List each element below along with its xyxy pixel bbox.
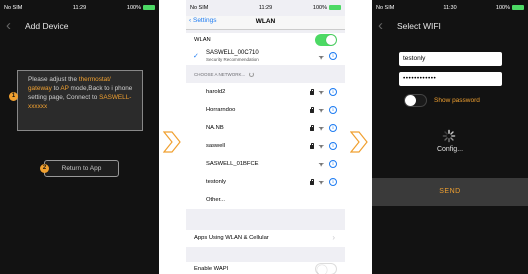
wlan-switch[interactable]: [315, 34, 337, 46]
wifi-icon: ᯤ: [318, 144, 324, 150]
loading-spinner-icon: [442, 129, 456, 143]
connected-network-row[interactable]: ✓ SASWELL_00C710 Security Recommendation…: [186, 47, 345, 65]
battery-icon: [329, 5, 341, 10]
password-input[interactable]: ••••••••••••: [399, 72, 502, 86]
add-device-screen: No SIM 11:29 100% ‹ Add Device Please ad…: [0, 0, 159, 274]
security-recommendation: Security Recommendation: [206, 57, 259, 62]
back-chevron-icon[interactable]: ‹: [378, 16, 383, 36]
wlan-label: WLAN: [194, 37, 211, 43]
info-icon[interactable]: i: [329, 142, 337, 150]
battery-icon: [143, 5, 155, 10]
chevron-right-icon: ›: [332, 233, 335, 242]
info-icon[interactable]: i: [329, 178, 337, 186]
other-network-row[interactable]: Other...: [186, 191, 345, 209]
step-2-badge: 2: [40, 164, 49, 173]
network-name: Horrarndoo: [206, 107, 236, 113]
wifi-icon: ᯤ: [318, 162, 324, 168]
info-icon[interactable]: i: [329, 106, 337, 114]
nav-bar: ‹ Add Device: [0, 16, 159, 38]
wifi-icon: ᯤ: [318, 90, 324, 96]
loading-spinner-icon: [248, 72, 254, 77]
status-bar: No SIM 11:29 100%: [186, 0, 345, 16]
battery: 100%: [127, 5, 155, 11]
info-icon[interactable]: i: [329, 88, 337, 96]
other-network-label: Other...: [206, 197, 226, 203]
wapi-switch[interactable]: [315, 263, 337, 274]
network-name: NA.NB: [206, 125, 224, 131]
instruction-ap: AP: [60, 85, 69, 92]
lock-icon: [310, 179, 315, 185]
info-icon[interactable]: i: [329, 160, 337, 168]
lock-icon: [310, 143, 315, 149]
lock-icon: [310, 107, 315, 113]
apps-using-wlan-label: Apps Using WLAN & Cellular: [194, 235, 269, 241]
wlan-toggle-row: WLAN: [186, 33, 345, 47]
instruction-text-a: Please adjust the: [28, 76, 79, 83]
page-title: Add Device: [25, 21, 69, 31]
network-row[interactable]: NA.NB ᯤ i: [186, 119, 345, 137]
page-title: WLAN: [255, 18, 276, 25]
choose-network-header: CHOOSE A NETWORK...: [194, 72, 254, 77]
battery: 100%: [313, 5, 341, 11]
nav-bar: ‹ Select WIFI: [372, 16, 528, 38]
show-password-label: Show password: [434, 97, 480, 104]
info-icon[interactable]: i: [329, 124, 337, 132]
ios-nav-bar: ‹ Settings WLAN: [186, 16, 345, 30]
instruction-box: Please adjust the thermostat/ gateway to…: [17, 70, 143, 131]
wifi-icon: ᯤ: [318, 108, 324, 114]
enable-wapi-label: Enable WAPI: [194, 266, 229, 272]
wifi-icon: ᯤ: [318, 126, 324, 132]
checkmark-icon: ✓: [193, 53, 199, 60]
show-password-toggle[interactable]: [404, 94, 427, 107]
status-bar: No SIM 11:29 100%: [0, 0, 159, 16]
network-row[interactable]: SASWELL_01BFCE ᯤ i: [186, 155, 345, 173]
network-row[interactable]: saswell ᯤ i: [186, 137, 345, 155]
network-row[interactable]: testonly ᯤ i: [186, 173, 345, 191]
back-chevron-icon[interactable]: ‹: [6, 16, 11, 36]
apps-using-wlan-row[interactable]: Apps Using WLAN & Cellular ›: [186, 230, 345, 247]
wlan-settings-screen: No SIM 11:29 100% ‹ Settings WLAN WLAN ✓…: [186, 0, 345, 274]
network-row[interactable]: Horrarndoo ᯤ i: [186, 101, 345, 119]
network-name: SASWELL_01BFCE: [206, 161, 259, 167]
enable-wapi-row: Enable WAPI: [186, 262, 345, 274]
wifi-icon: ᯤ: [318, 55, 324, 61]
network-name: testonly: [206, 179, 226, 185]
info-icon[interactable]: i: [329, 52, 337, 60]
page-title: Select WIFI: [397, 21, 441, 31]
battery: 100%: [496, 5, 524, 11]
config-status-label: Config...: [436, 146, 464, 153]
send-button[interactable]: SEND: [372, 178, 528, 206]
wifi-icon: ᯤ: [318, 180, 324, 186]
step-1-badge: 1: [9, 92, 18, 101]
ssid-input[interactable]: testonly: [399, 52, 502, 66]
status-bar: No SIM 11:30 100%: [372, 0, 528, 16]
lock-icon: [310, 125, 315, 131]
instruction-thermostat: thermostat/: [78, 76, 111, 83]
return-to-app-button[interactable]: Return to App: [44, 160, 119, 177]
next-step-arrow-icon: [163, 131, 181, 153]
instruction-gateway: gateway: [28, 85, 52, 92]
select-wifi-screen: No SIM 11:30 100% ‹ Select WIFI testonly…: [372, 0, 528, 274]
network-name: saswell: [206, 143, 226, 149]
battery-icon: [512, 5, 524, 10]
network-name: harold2: [206, 89, 226, 95]
next-step-arrow-icon: [350, 131, 368, 153]
lock-icon: [310, 89, 315, 95]
network-row[interactable]: harold2 ᯤ i: [186, 83, 345, 101]
connected-network-name: SASWELL_00C710: [206, 50, 259, 56]
